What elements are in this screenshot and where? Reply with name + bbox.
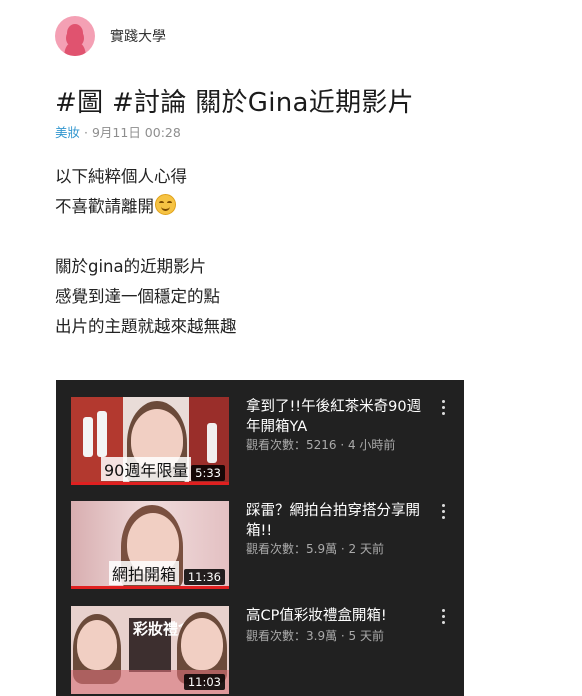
post-date: 9月11日 00:28 — [91, 125, 181, 140]
thumbnail-caption: 90週年限量 — [101, 457, 192, 481]
video-duration: 11:03 — [183, 674, 225, 690]
more-options-icon[interactable] — [442, 609, 446, 625]
post-title: #圖 #討論 關於Gina近期影片 — [55, 88, 414, 118]
body-line — [55, 222, 237, 252]
female-silhouette-icon — [64, 24, 86, 56]
video-duration: 5:33 — [191, 465, 225, 481]
video-duration: 11:36 — [183, 569, 225, 585]
video-thumbnail[interactable]: 90週年限量 5:33 — [71, 397, 229, 485]
body-line: 關於gina的近期影片 — [55, 257, 207, 276]
youtube-embed: 90週年限量 5:33 拿到了!!午後紅茶米奇90週年開箱YA 觀看次數：521… — [56, 380, 464, 696]
video-stats: 觀看次數：5.9萬 · 2 天前 — [246, 542, 384, 556]
video-title[interactable]: 高CP值彩妝禮盒開箱! — [246, 606, 431, 626]
video-stats: 觀看次數：3.9萬 · 5 天前 — [246, 629, 384, 643]
body-line: 以下純粹個人心得 — [55, 167, 187, 186]
video-title[interactable]: 拿到了!!午後紅茶米奇90週年開箱YA — [246, 397, 431, 437]
body-line: 出片的主題就越來越無趣 — [55, 317, 237, 336]
more-options-icon[interactable] — [442, 504, 446, 520]
post-body: 以下純粹個人心得 不喜歡請離開 關於gina的近期影片 感覺到達一個穩定的點 出… — [55, 162, 237, 342]
video-thumbnail[interactable]: 彩妝禮盒 11:03 — [71, 606, 229, 694]
video-stats: 觀看次數：5216 · 4 小時前 — [246, 438, 396, 452]
meta-separator: · — [84, 125, 88, 140]
board-link[interactable]: 美妝 — [55, 125, 80, 140]
avatar[interactable] — [55, 16, 95, 56]
more-options-icon[interactable] — [442, 400, 446, 416]
post-meta: 美妝 · 9月11日 00:28 — [55, 122, 181, 141]
author-name[interactable]: 實踐大學 — [110, 26, 166, 46]
thumbnail-caption: 網拍開箱 — [109, 561, 180, 585]
video-item[interactable]: 彩妝禮盒 11:03 高CP值彩妝禮盒開箱! 觀看次數：3.9萬 · 5 天前 — [56, 589, 464, 696]
video-title[interactable]: 踩雷？網拍台拍穿搭分享開箱!! — [246, 501, 431, 541]
author-header[interactable]: 實踐大學 — [55, 16, 166, 56]
smiling-face-icon — [155, 194, 176, 215]
video-item[interactable]: 90週年限量 5:33 拿到了!!午後紅茶米奇90週年開箱YA 觀看次數：521… — [56, 380, 464, 485]
video-thumbnail[interactable]: 網拍開箱 11:36 — [71, 501, 229, 589]
body-line: 不喜歡請離開 — [55, 192, 237, 222]
video-item[interactable]: 網拍開箱 11:36 踩雷？網拍台拍穿搭分享開箱!! 觀看次數：5.9萬 · 2… — [56, 484, 464, 589]
body-line: 感覺到達一個穩定的點 — [55, 287, 220, 306]
